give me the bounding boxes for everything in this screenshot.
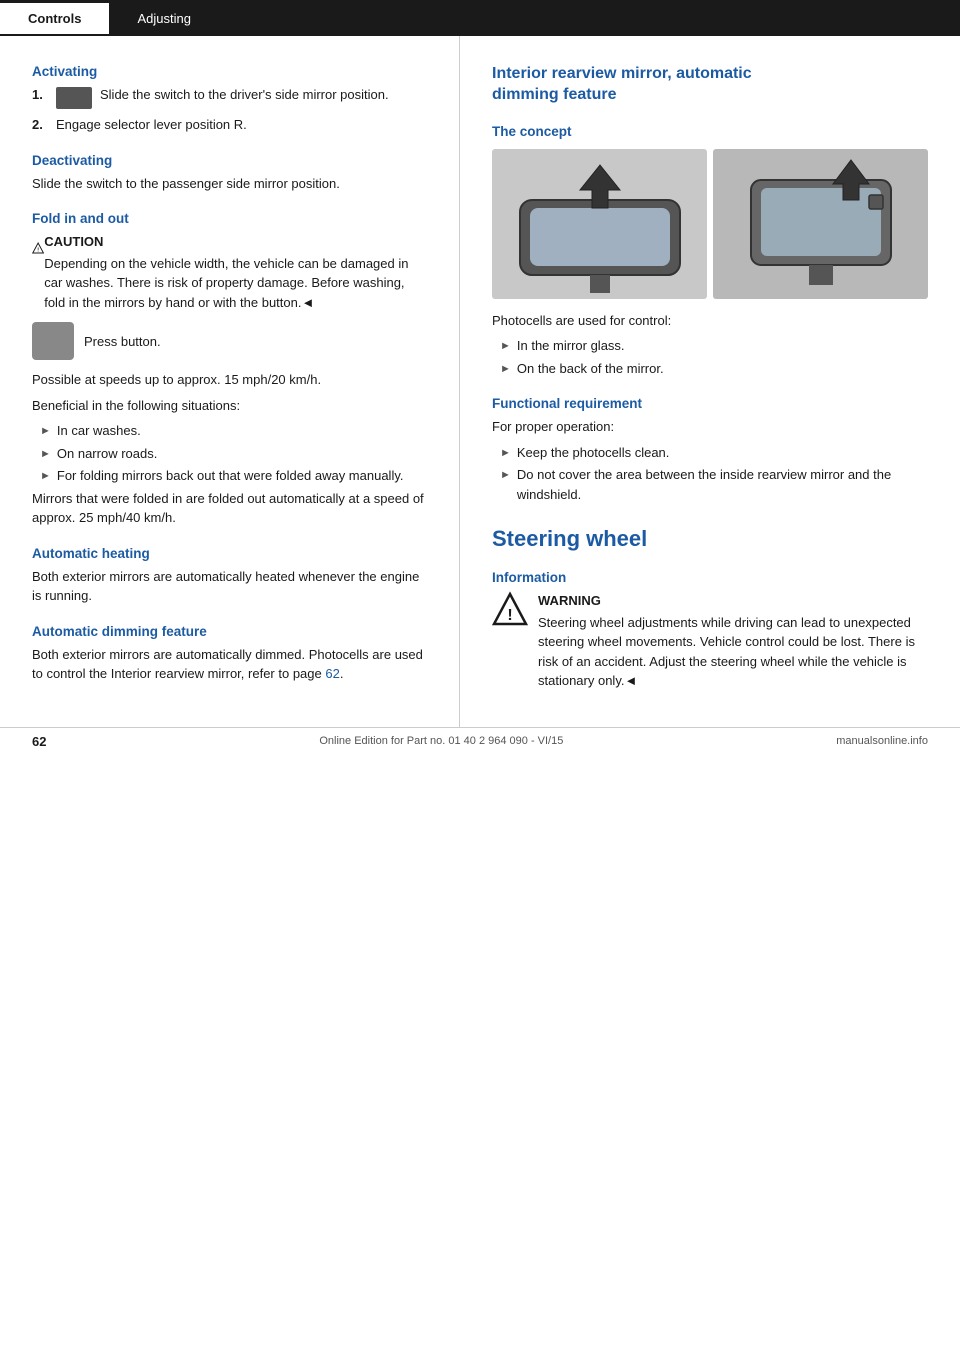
svg-text:!: ! (507, 607, 512, 624)
step-2-text: Engage selector lever position R. (56, 115, 247, 135)
photocell-item-2: ► On the back of the mirror. (492, 359, 928, 379)
mirror-image-right (713, 149, 928, 299)
press-button-row: Press button. (32, 322, 427, 360)
photocell-arrow-2: ► (500, 361, 511, 378)
warning-text-block: WARNING Steering wheel adjustments while… (538, 591, 928, 691)
auto-dimming-body: Both exterior mirrors are automatically … (32, 647, 423, 682)
photocell-item-1: ► In the mirror glass. (492, 336, 928, 356)
page-number: 62 (32, 734, 46, 749)
functional-list: ► Keep the photocells clean. ► Do not co… (492, 443, 928, 505)
fold-heading: Fold in and out (32, 211, 427, 226)
interior-mirror-heading: Interior rearview mirror, automatic dimm… (492, 64, 928, 106)
press-button-text: Press button. (84, 334, 161, 349)
caution-body: Depending on the vehicle width, the vehi… (44, 256, 408, 310)
photocells-list: ► In the mirror glass. ► On the back of … (492, 336, 928, 378)
arrow-icon-1: ► (40, 423, 51, 440)
switch-icon (56, 87, 92, 109)
footer-website: manualsonline.info (836, 735, 928, 747)
list-item-3: ► For folding mirrors back out that were… (32, 466, 427, 486)
right-column: Interior rearview mirror, automatic dimm… (460, 36, 960, 727)
warning-body: Steering wheel adjustments while driving… (538, 615, 915, 689)
step-2: 2. Engage selector lever position R. (32, 115, 427, 135)
warning-icon: ! (492, 591, 528, 627)
tab-adjusting[interactable]: Adjusting (109, 3, 218, 34)
step-1: 1. Slide the switch to the driver's side… (32, 85, 427, 109)
photocell-item-2-text: On the back of the mirror. (517, 359, 664, 379)
photocell-arrow-1: ► (500, 338, 511, 355)
auto-dimming-text: Both exterior mirrors are automatically … (32, 645, 427, 684)
list-item-1: ► In car washes. (32, 421, 427, 441)
mirror-svg-left (500, 150, 700, 298)
svg-text:!: ! (37, 247, 39, 253)
list-item-3-text: For folding mirrors back out that were f… (57, 466, 404, 486)
functional-heading: Functional requirement (492, 396, 928, 411)
list-item-2-text: On narrow roads. (57, 444, 157, 464)
functional-item-1: ► Keep the photocells clean. (492, 443, 928, 463)
arrow-icon-3: ► (40, 468, 51, 485)
footer-text: Online Edition for Part no. 01 40 2 964 … (319, 735, 563, 747)
step-1-number: 1. (32, 85, 48, 105)
auto-dimming-link[interactable]: 62 (325, 666, 339, 681)
photocell-item-1-text: In the mirror glass. (517, 336, 625, 356)
footer: 62 Online Edition for Part no. 01 40 2 9… (0, 727, 960, 755)
activating-heading: Activating (32, 64, 427, 79)
beneficial-list: ► In car washes. ► On narrow roads. ► Fo… (32, 421, 427, 486)
mirror-image-left (492, 149, 707, 299)
functional-intro: For proper operation: (492, 417, 928, 437)
auto-heating-heading: Automatic heating (32, 546, 427, 561)
photocells-text: Photocells are used for control: (492, 311, 928, 331)
functional-item-1-text: Keep the photocells clean. (517, 443, 670, 463)
caution-icon: ! (32, 232, 44, 264)
deactivating-heading: Deactivating (32, 153, 427, 168)
step-1-text: Slide the switch to the driver's side mi… (100, 85, 389, 105)
caution-text-block: CAUTION Depending on the vehicle width, … (44, 232, 427, 312)
auto-dimming-heading: Automatic dimming feature (32, 624, 427, 639)
mirrors-auto-text: Mirrors that were folded in are folded o… (32, 489, 427, 528)
auto-dimming-period: . (340, 666, 344, 681)
arrow-icon-2: ► (40, 446, 51, 463)
functional-item-2-text: Do not cover the area between the inside… (517, 465, 928, 504)
warning-block: ! WARNING Steering wheel adjustments whi… (492, 591, 928, 691)
mirror-svg-right (721, 150, 921, 298)
information-heading: Information (492, 570, 928, 585)
list-item-1-text: In car washes. (57, 421, 141, 441)
functional-arrow-1: ► (500, 445, 511, 462)
mirror-images (492, 149, 928, 299)
functional-arrow-2: ► (500, 467, 511, 484)
caution-block: ! CAUTION Depending on the vehicle width… (32, 232, 427, 312)
auto-heating-text: Both exterior mirrors are automatically … (32, 567, 427, 606)
functional-item-2: ► Do not cover the area between the insi… (492, 465, 928, 504)
tab-controls[interactable]: Controls (0, 3, 109, 34)
step-2-number: 2. (32, 115, 48, 135)
concept-heading: The concept (492, 124, 928, 139)
button-icon (32, 322, 74, 360)
steering-wheel-heading: Steering wheel (492, 526, 928, 552)
warning-title: WARNING (538, 591, 928, 611)
caution-title: CAUTION (44, 232, 427, 252)
list-item-2: ► On narrow roads. (32, 444, 427, 464)
left-column: Activating 1. Slide the switch to the dr… (0, 36, 460, 727)
main-content: Activating 1. Slide the switch to the dr… (0, 36, 960, 727)
beneficial-text: Beneficial in the following situations: (32, 396, 427, 416)
deactivating-text: Slide the switch to the passenger side m… (32, 174, 427, 194)
possible-speeds-text: Possible at speeds up to approx. 15 mph/… (32, 370, 427, 390)
top-navigation: Controls Adjusting (0, 0, 960, 36)
